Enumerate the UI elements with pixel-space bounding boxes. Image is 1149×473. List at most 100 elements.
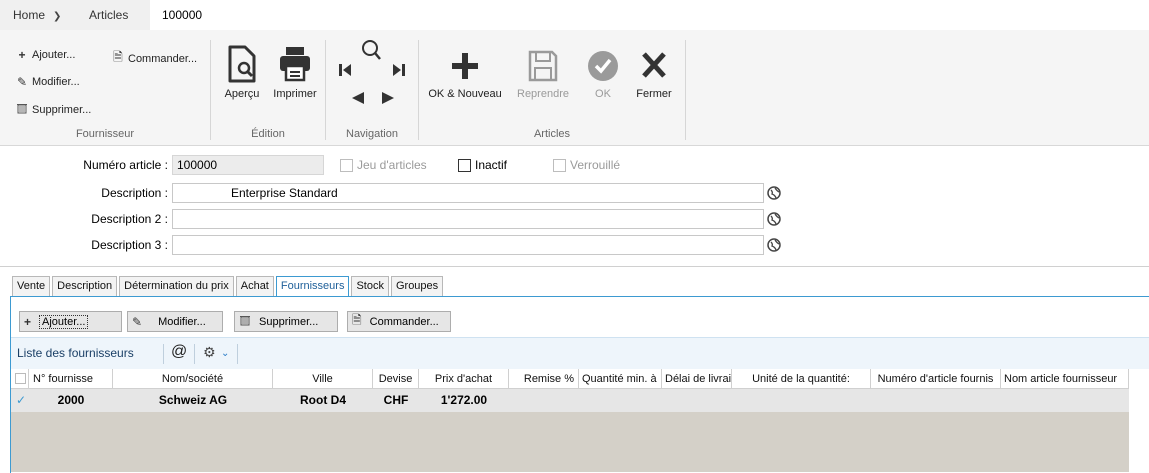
column-header[interactable]: Quantité min. à [579, 369, 662, 389]
description-field[interactable]: Enterprise Standard [172, 183, 764, 203]
description2-label: Description 2 : [91, 212, 168, 226]
ribbon-group-label: Articles [533, 128, 571, 140]
close-icon [642, 52, 666, 78]
column-header[interactable]: Devise [373, 369, 419, 389]
tab-achat[interactable]: Achat [235, 276, 274, 296]
inactif-checkbox[interactable]: Inactif [458, 158, 507, 172]
verrouille-label: Verrouillé [570, 158, 621, 172]
globe-icon[interactable] [767, 238, 781, 252]
panel-ajouter-label: Ajouter... [39, 314, 89, 329]
article-form: Numéro article : 100000 Jeu d'articles I… [0, 146, 1149, 266]
jeu-articles-checkbox[interactable]: Jeu d'articles [340, 158, 427, 172]
column-header[interactable]: Nom/société [113, 369, 273, 389]
chevron-down-icon[interactable]: ❯ [53, 11, 61, 22]
toolbar-separator [163, 344, 164, 364]
checkmark-circle-icon [588, 51, 618, 81]
reprendre-button[interactable]: Reprendre [513, 48, 573, 100]
description-label: Description : [101, 186, 168, 200]
tab-vente[interactable]: Vente [12, 276, 51, 296]
pencil-icon: ✎ [16, 75, 28, 89]
home-tab-label: Home [13, 8, 46, 22]
print-preview-icon [228, 45, 256, 83]
chevron-down-icon[interactable]: ⌄ [221, 348, 229, 359]
column-header[interactable]: Nom article fournisseur [1001, 369, 1129, 389]
gear-icon[interactable]: ⚙ [203, 344, 216, 361]
magnifier-icon [362, 40, 381, 60]
plus-icon: + [18, 48, 26, 62]
numero-article-field[interactable]: 100000 [172, 155, 324, 175]
form-divider [0, 266, 1149, 267]
ribbon-group-fournisseur: + Ajouter... 🗎 Commander... ✎ Modifier..… [0, 36, 210, 142]
reprendre-label: Reprendre [517, 88, 569, 100]
column-header[interactable]: Délai de livrai [662, 369, 732, 389]
ribbon: + Ajouter... 🗎 Commander... ✎ Modifier..… [0, 30, 1149, 146]
cell-ville: Root D4 [300, 393, 346, 407]
description2-field[interactable] [172, 209, 764, 229]
checkbox-box [15, 373, 26, 384]
checkbox-box [553, 158, 566, 172]
globe-icon[interactable] [767, 186, 781, 200]
ribbon-group-label: Navigation [346, 128, 398, 140]
imprimer-button[interactable]: Imprimer [271, 44, 319, 100]
trash-icon [14, 102, 30, 117]
arrow-right-icon [382, 92, 394, 104]
articles-tab[interactable]: Articles [89, 0, 128, 30]
select-all-checkbox[interactable] [11, 369, 29, 389]
next-record-button[interactable] [380, 90, 396, 109]
ribbon-supprimer-button[interactable]: Supprimer... [14, 102, 91, 117]
ribbon-ajouter-label: Ajouter... [32, 49, 76, 61]
column-header[interactable]: Numéro d'article fournis [871, 369, 1001, 389]
first-record-button[interactable] [338, 62, 352, 81]
active-document-tab[interactable]: 100000 [150, 0, 400, 30]
ribbon-separator [685, 40, 686, 140]
tab-groupes[interactable]: Groupes [390, 276, 444, 296]
email-at-icon[interactable]: @ [171, 343, 187, 361]
toolbar-separator [194, 344, 195, 364]
ribbon-group-navigation: Navigation [326, 36, 418, 142]
column-header[interactable]: Unité de la quantité: [732, 369, 871, 389]
ribbon-modifier-button[interactable]: ✎ Modifier... [14, 75, 80, 89]
panel-modifier-button[interactable]: ✎ Modifier... [127, 311, 223, 332]
ok-button[interactable]: OK [583, 48, 623, 100]
table-row[interactable]: ✓ 2000 Schweiz AG Root D4 CHF 1'272.00 [11, 389, 1129, 412]
ribbon-modifier-label: Modifier... [32, 76, 80, 88]
tab-description[interactable]: Description [52, 276, 118, 296]
apercu-label: Aperçu [224, 88, 260, 100]
ribbon-group-label: Édition [251, 128, 285, 140]
jeu-articles-label: Jeu d'articles [357, 158, 427, 172]
panel-ajouter-button[interactable]: + Ajouter... [19, 311, 122, 332]
arrow-left-icon [352, 92, 364, 104]
ok-nouveau-button[interactable]: OK & Nouveau [427, 48, 503, 100]
grid-empty-area [11, 412, 1129, 472]
list-title: Liste des fournisseurs [17, 346, 134, 360]
grid-header-row: N° fournisse Nom/société Ville Devise Pr… [11, 369, 1129, 389]
last-record-button[interactable] [392, 62, 406, 81]
globe-icon[interactable] [767, 212, 781, 226]
previous-record-button[interactable] [350, 90, 366, 109]
imprimer-label: Imprimer [273, 88, 317, 100]
fermer-button[interactable]: Fermer [631, 48, 677, 100]
printer-icon [280, 47, 310, 82]
column-header[interactable]: N° fournisse [29, 369, 113, 389]
top-tab-bar: Home ❯ Articles 100000 [0, 0, 1149, 30]
save-icon [528, 50, 558, 82]
apercu-button[interactable]: Aperçu [219, 44, 265, 100]
checkbox-box [340, 158, 353, 172]
search-record-button[interactable] [358, 38, 382, 69]
plus-icon [452, 53, 478, 79]
panel-supprimer-button[interactable]: Supprimer... [234, 311, 338, 332]
column-header[interactable]: Ville [273, 369, 373, 389]
ribbon-commander-button[interactable]: 🗎 Commander... [110, 48, 197, 69]
ribbon-commander-label: Commander... [128, 52, 198, 65]
tab-stock[interactable]: Stock [351, 276, 389, 296]
tab-fournisseurs[interactable]: Fournisseurs [275, 276, 350, 297]
ok-label: OK [595, 88, 611, 100]
home-tab[interactable]: Home ❯ [13, 0, 61, 30]
panel-commander-button[interactable]: 🗎 Commander... [347, 311, 451, 332]
column-header[interactable]: Prix d'achat [419, 369, 509, 389]
description3-field[interactable] [172, 235, 764, 255]
verrouille-checkbox[interactable]: Verrouillé [553, 158, 620, 172]
column-header[interactable]: Remise % [509, 369, 579, 389]
ribbon-ajouter-button[interactable]: + Ajouter... [14, 48, 75, 62]
tab-determination-prix[interactable]: Détermination du prix [119, 276, 234, 296]
